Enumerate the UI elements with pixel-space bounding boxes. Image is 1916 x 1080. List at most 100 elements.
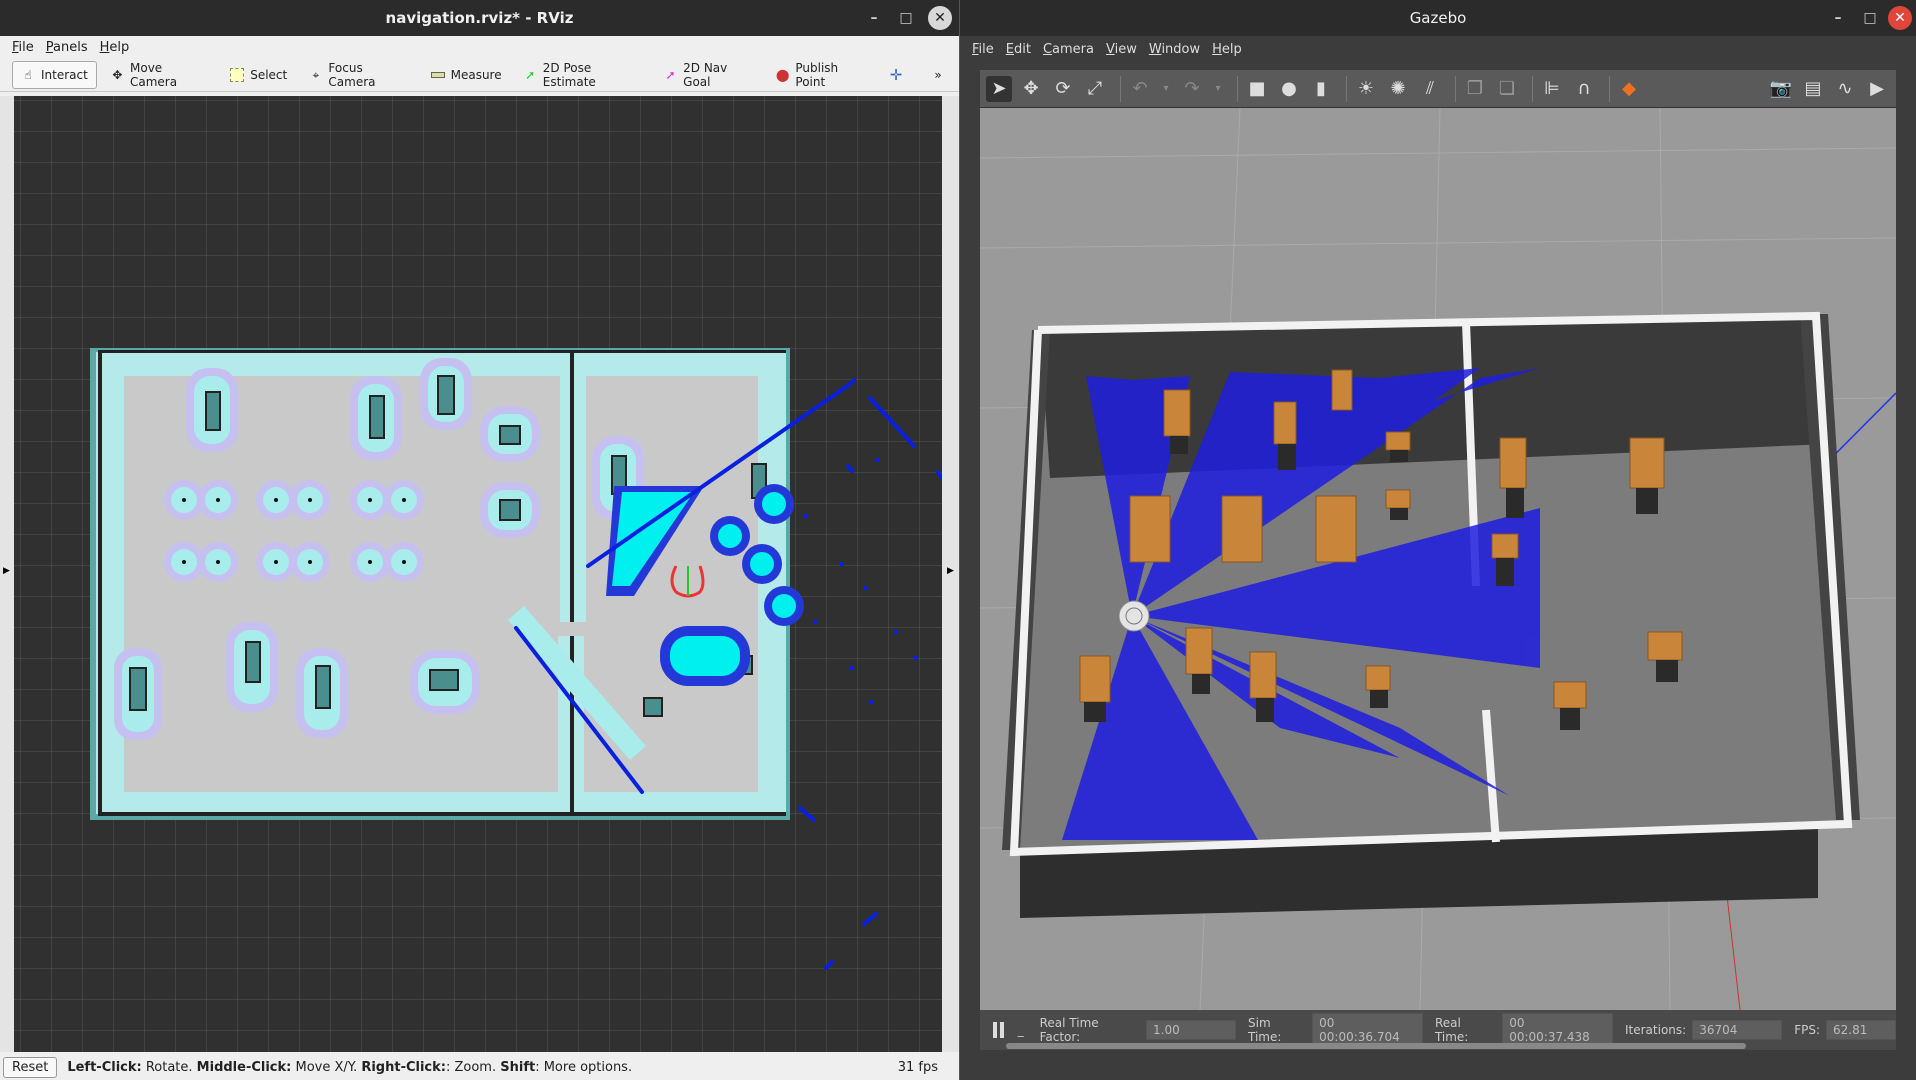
point-light-button[interactable]: ☀ xyxy=(1353,76,1379,102)
move-camera-icon: ✥ xyxy=(112,67,123,82)
menu-view[interactable]: View xyxy=(1106,42,1137,57)
focus-camera-icon: ⌖ xyxy=(312,67,320,82)
tool-2d-pose-estimate[interactable]: ➚ 2D Pose Estimate xyxy=(516,61,650,89)
redo-button[interactable]: ↷ xyxy=(1179,76,1205,102)
video-record-button[interactable]: ▶ xyxy=(1864,76,1890,102)
iterations-label: Iterations: xyxy=(1624,1023,1687,1037)
rviz-toolbar: ☝ Interact ✥ Move Camera Select ⌖ Focus Cam… xyxy=(0,58,959,92)
plot-button[interactable]: ∿ xyxy=(1832,76,1858,102)
redo-icon: ↷ xyxy=(1184,77,1200,99)
directional-light-button[interactable]: ⫽ xyxy=(1417,76,1443,102)
plus-icon: ✛ xyxy=(889,65,903,84)
step-button[interactable]: _ xyxy=(1018,1023,1024,1037)
toolbar-separator xyxy=(1609,75,1610,102)
sim-time-label: Sim Time: xyxy=(1248,1016,1282,1044)
rotate-icon: ⟳ xyxy=(1055,77,1071,99)
view-angle-button[interactable]: ◆ xyxy=(1616,76,1642,102)
select-mode-button[interactable]: ➤ xyxy=(986,75,1012,102)
tool-measure[interactable]: Measure xyxy=(423,61,510,89)
copy-button[interactable]: ❐ xyxy=(1462,76,1488,102)
rviz-titlebar: navigation.rviz* - RViz – □ ✕ xyxy=(0,0,959,36)
close-button[interactable]: ✕ xyxy=(928,6,952,30)
camera-icon: 📷 xyxy=(1769,77,1793,99)
snap-button[interactable]: ∩ xyxy=(1571,76,1597,102)
close-button[interactable]: ✕ xyxy=(1888,6,1912,30)
maximize-button[interactable]: □ xyxy=(894,6,918,30)
menu-help[interactable]: Help xyxy=(100,40,130,55)
rviz-window: navigation.rviz* - RViz – □ ✕ File Panel… xyxy=(0,0,960,1080)
tool-select[interactable]: Select xyxy=(222,61,295,89)
hint-left-click-text: Rotate. xyxy=(141,1059,197,1075)
tool-focus-camera[interactable]: ⌖ Focus Camera xyxy=(301,61,416,89)
hint-middle-click-text: Move X/Y. xyxy=(291,1059,362,1075)
rviz-3d-viewport[interactable] xyxy=(14,96,942,1052)
tool-interact[interactable]: ☝ Interact xyxy=(12,60,97,89)
chevron-right-double-icon: » xyxy=(934,67,942,82)
pause-icon[interactable] xyxy=(992,1022,1006,1038)
reset-button[interactable]: Reset xyxy=(3,1056,58,1078)
menu-edit[interactable]: Edit xyxy=(1006,42,1031,57)
rviz-title: navigation.rviz* - RViz xyxy=(385,9,574,27)
cursor-icon: ☝ xyxy=(24,67,32,82)
scale-mode-button[interactable]: ⤢ xyxy=(1082,76,1108,102)
chevron-right-icon: ▶ xyxy=(947,566,954,576)
iterations-value: 36704 xyxy=(1692,1020,1783,1040)
real-time-factor-value: 1.00 xyxy=(1146,1020,1237,1040)
menu-window[interactable]: Window xyxy=(1149,42,1200,57)
gazebo-window: Gazebo – □ ✕ File Edit Camera View Windo… xyxy=(960,0,1916,1080)
sphere-icon: ● xyxy=(1281,77,1297,99)
tool-publish-point[interactable]: ⬤ Publish Point xyxy=(768,61,875,89)
world-render xyxy=(980,108,1896,1010)
spot-light-button[interactable]: ✺ xyxy=(1385,76,1411,102)
log-button[interactable]: ▤ xyxy=(1800,76,1826,102)
chevron-down-icon: ▾ xyxy=(1215,82,1221,94)
tool-move-camera[interactable]: ✥ Move Camera xyxy=(103,61,216,89)
spot-light-icon: ✺ xyxy=(1390,77,1406,99)
translate-icon: ✥ xyxy=(1023,77,1039,99)
add-tool-button[interactable]: ✛ xyxy=(881,61,917,89)
nav-goal-icon: ➚ xyxy=(665,67,676,82)
menu-panels[interactable]: Panels xyxy=(46,40,88,55)
real-time-label: Real Time: xyxy=(1434,1016,1469,1044)
sun-icon: ☀ xyxy=(1357,77,1375,99)
hint-right-click-text: : Zoom. xyxy=(445,1059,501,1075)
hint-middle-click: Middle-Click: xyxy=(196,1059,292,1075)
hint-shift-text: : More options. xyxy=(535,1059,633,1075)
minimize-button[interactable]: – xyxy=(1826,6,1850,30)
log-icon: ▤ xyxy=(1804,77,1822,99)
chevron-right-icon: ▶ xyxy=(3,566,10,576)
fps-value: 62.81 xyxy=(1826,1020,1896,1040)
publish-point-icon: ⬤ xyxy=(775,67,790,82)
paste-button[interactable]: ❏ xyxy=(1494,76,1520,102)
toolbar-separator xyxy=(1237,75,1238,102)
align-button[interactable]: ⊫ xyxy=(1539,76,1565,102)
menu-camera[interactable]: Camera xyxy=(1043,42,1094,57)
redo-history-button[interactable]: ▾ xyxy=(1211,76,1225,102)
box-shape-button[interactable]: ■ xyxy=(1244,76,1270,102)
rotate-mode-button[interactable]: ⟳ xyxy=(1050,76,1076,102)
cylinder-shape-button[interactable]: ▮ xyxy=(1308,76,1334,102)
maximize-button[interactable]: □ xyxy=(1858,6,1882,30)
undo-button[interactable]: ↶ xyxy=(1127,76,1153,102)
directional-light-icon: ⫽ xyxy=(1425,77,1435,99)
minimize-button[interactable]: – xyxy=(862,6,886,30)
sphere-shape-button[interactable]: ● xyxy=(1276,76,1302,102)
right-panel-toggle[interactable]: ▶ xyxy=(942,96,959,1052)
gazebo-toolbar: ➤ ✥ ⟳ ⤢ ↶ ▾ ↷ ▾ ■ ● ▮ ☀ ✺ ⫽ ❐ ❏ ⊫ ∩ ◆ 📷 … xyxy=(980,70,1896,108)
screenshot-button[interactable]: 📷 xyxy=(1768,76,1794,102)
toolbar-overflow-button[interactable]: » xyxy=(923,61,959,89)
tool-2d-nav-goal[interactable]: ➚ 2D Nav Goal xyxy=(656,61,762,89)
menu-file[interactable]: File xyxy=(12,40,34,55)
menu-help[interactable]: Help xyxy=(1212,42,1242,57)
undo-history-button[interactable]: ▾ xyxy=(1159,76,1173,102)
gazebo-3d-scene[interactable] xyxy=(980,108,1896,1010)
align-icon: ⊫ xyxy=(1544,77,1560,99)
left-panel-toggle[interactable]: ▶ xyxy=(0,96,14,1052)
box-icon: ■ xyxy=(1248,77,1266,99)
cylinder-icon: ▮ xyxy=(1316,77,1326,99)
menu-file[interactable]: File xyxy=(972,42,994,57)
horizontal-scrollbar[interactable] xyxy=(1006,1043,1746,1049)
hint-right-click: Right-Click: xyxy=(361,1059,446,1075)
translate-mode-button[interactable]: ✥ xyxy=(1018,76,1044,102)
rviz-fps: 31 fps xyxy=(897,1059,938,1075)
